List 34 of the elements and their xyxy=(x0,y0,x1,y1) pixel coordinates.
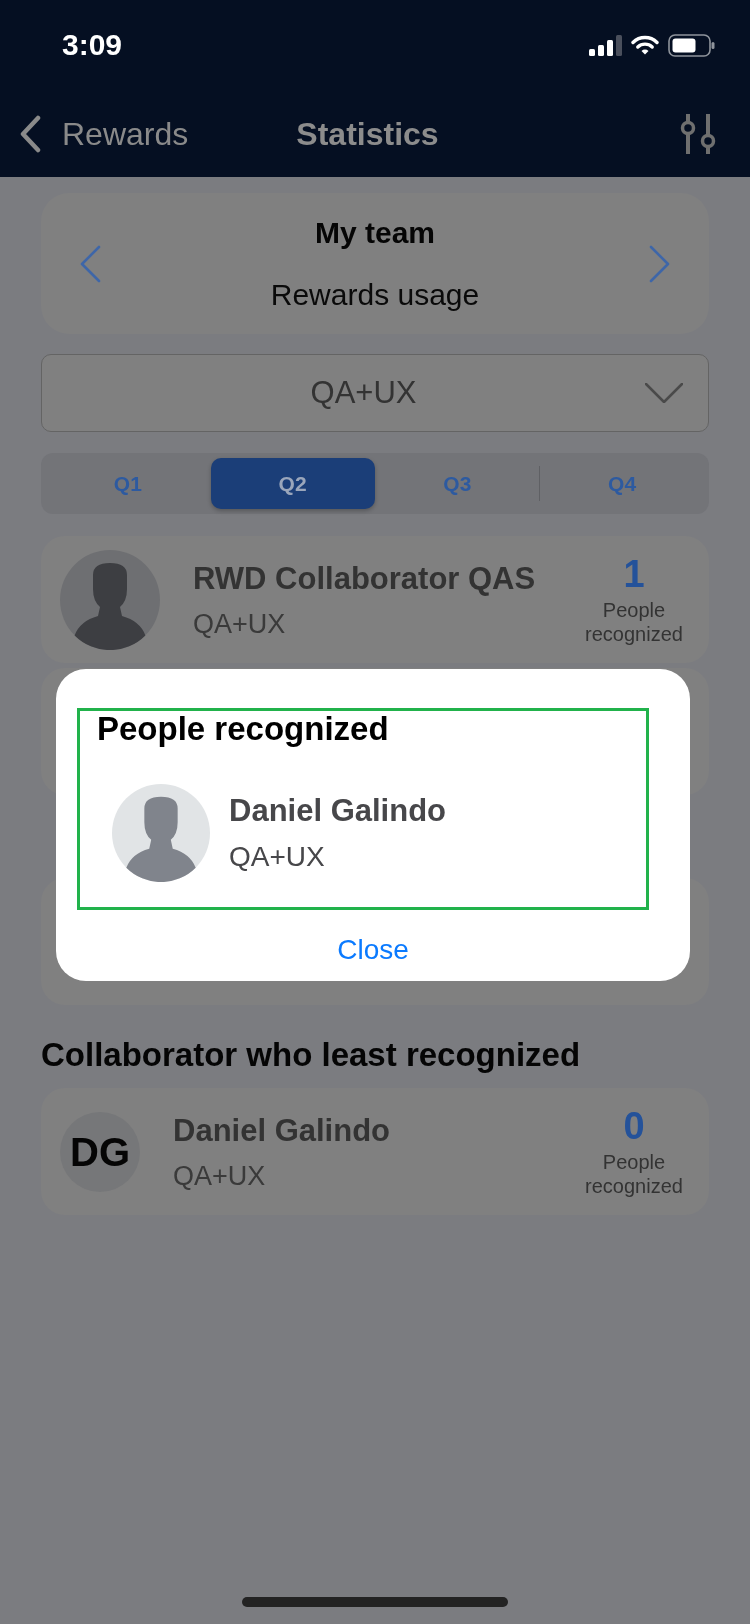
person-team: QA+UX xyxy=(229,841,325,873)
modal-title: People recognized xyxy=(97,711,389,747)
chevron-left-icon xyxy=(79,244,101,283)
header-title: My team xyxy=(314,214,435,251)
status-time: 3:09 xyxy=(62,28,123,62)
chevron-left-icon xyxy=(19,114,41,153)
avatar-silhouette-icon xyxy=(112,784,210,882)
quarter-tab[interactable]: Q2 xyxy=(210,458,375,509)
recognized-count: 0 xyxy=(623,1105,645,1146)
back-button[interactable]: Rewards xyxy=(19,114,189,153)
recognized-count: 1 xyxy=(623,553,645,594)
recognized-label: People recognized xyxy=(584,597,684,646)
filter-button[interactable] xyxy=(680,113,716,154)
previous-button[interactable] xyxy=(79,244,101,283)
avatar-silhouette-icon xyxy=(60,549,160,650)
team-dropdown[interactable]: QA+UX xyxy=(41,354,709,432)
wifi-icon xyxy=(631,35,659,55)
collaborator-team: QA+UX xyxy=(193,607,287,640)
initials-avatar: DG xyxy=(60,1111,140,1192)
signal-icon xyxy=(589,34,622,56)
recognized-label: People recognized xyxy=(584,1149,684,1198)
chevron-right-icon xyxy=(649,244,671,283)
collaborator-name: Daniel Galindo xyxy=(173,1111,392,1150)
collaborator-team: QA+UX xyxy=(173,1159,267,1192)
battery-icon xyxy=(668,33,715,57)
screen-title: Statistics xyxy=(296,114,439,153)
next-button[interactable] xyxy=(649,244,671,283)
header-subtitle: Rewards usage xyxy=(270,276,480,313)
section-heading: Collaborator who least recognized xyxy=(41,1035,581,1075)
collaborator-name: RWD Collaborator QAS xyxy=(193,559,537,598)
sliders-icon xyxy=(680,113,716,154)
chevron-down-icon xyxy=(645,383,683,403)
person-name: Daniel Galindo xyxy=(229,793,447,829)
close-button[interactable]: Close xyxy=(337,933,409,967)
